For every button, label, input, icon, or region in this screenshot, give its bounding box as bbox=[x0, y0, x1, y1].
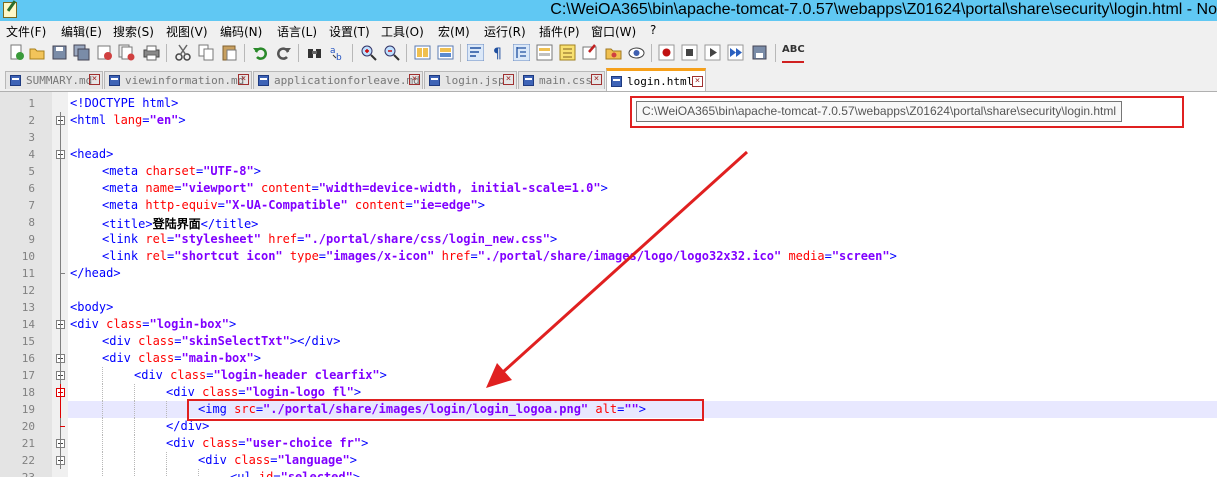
annotation-arrow bbox=[486, 150, 749, 388]
